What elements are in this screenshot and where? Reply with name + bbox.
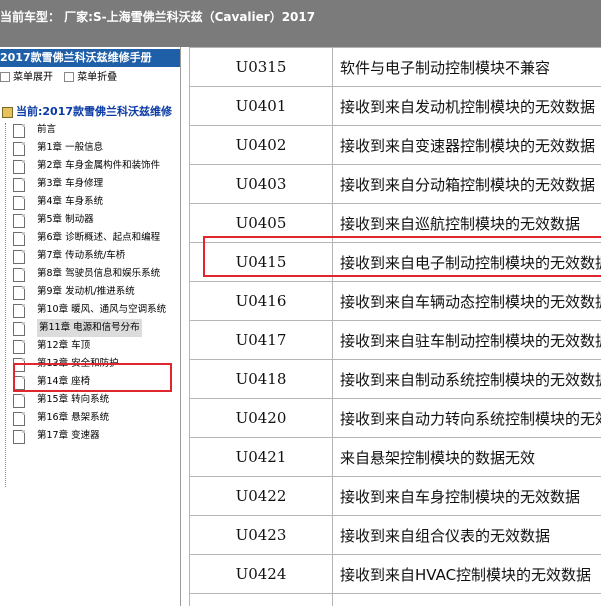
tree-item[interactable]: 第3章 车身修理 bbox=[0, 175, 180, 193]
dtc-description: 接收到来自分动箱控制模块的无效数据 bbox=[332, 164, 601, 204]
document-icon bbox=[13, 412, 25, 426]
table-row: U0417 接收到来自驻车制动控制模块的无效数据 bbox=[189, 320, 601, 360]
dtc-code: U0424 bbox=[189, 554, 333, 594]
book-icon bbox=[2, 106, 13, 118]
dtc-table: U0315 软件与电子制动控制模块不兼容 U0401 接收到来自发动机控制模块的无效… bbox=[189, 47, 601, 606]
document-icon bbox=[13, 304, 25, 318]
tree-item[interactable]: 第5章 制动器 bbox=[0, 211, 180, 229]
dtc-code: U0420 bbox=[189, 398, 333, 438]
tree-item[interactable]: 第8章 驾驶员信息和娱乐系统 bbox=[0, 265, 180, 283]
checkbox-icon bbox=[0, 72, 10, 82]
dtc-code: U0401 bbox=[189, 86, 333, 126]
table-row: U0416 接收到来自车辆动态控制模块的无效数据 bbox=[189, 281, 601, 321]
document-icon bbox=[13, 268, 25, 282]
tree-item[interactable]: 第12章 车顶 bbox=[0, 337, 180, 355]
title-bar: 当前车型： 厂家:S-上海雪佛兰科沃兹（Cavalier）2017 bbox=[0, 0, 601, 47]
document-icon bbox=[13, 196, 25, 210]
document-icon bbox=[13, 322, 25, 336]
dtc-code: U0418 bbox=[189, 359, 333, 399]
table-row: U0424 接收到来自HVAC控制模块的无效数据 bbox=[189, 554, 601, 594]
dtc-code: U0423 bbox=[189, 515, 333, 555]
expand-menu-button[interactable]: 菜单展开 bbox=[0, 69, 53, 87]
document-icon bbox=[13, 160, 25, 174]
tree-item[interactable]: 第15章 转向系统 bbox=[0, 391, 180, 409]
document-icon bbox=[13, 250, 25, 264]
selection-highlight-box bbox=[13, 363, 172, 392]
dtc-code: U0402 bbox=[189, 125, 333, 165]
tree-item[interactable]: 前言 bbox=[0, 121, 180, 139]
dtc-description: 接收到来自车身控制模块的无效数据 bbox=[332, 476, 601, 516]
dtc-description: 接收到来自方向盘转角传感器模块的无效数据 bbox=[332, 593, 601, 606]
table-row: U0428接收到来自方向盘转角传感器模块的无效数据 bbox=[189, 593, 601, 606]
document-icon bbox=[13, 178, 25, 192]
dtc-code: U0422 bbox=[189, 476, 333, 516]
document-icon bbox=[13, 286, 25, 300]
sidebar-toolbar: 菜单展开 菜单折叠 bbox=[0, 69, 125, 87]
table-row: U0403 接收到来自分动箱控制模块的无效数据 bbox=[189, 164, 601, 204]
current-model-title: 当前车型： 厂家:S-上海雪佛兰科沃兹（Cavalier）2017 bbox=[0, 10, 316, 24]
table-row: U0418 接收到来自制动系统控制模块的无效数据 bbox=[189, 359, 601, 399]
tree-item[interactable]: 第2章 车身金属构件和装饰件 bbox=[0, 157, 180, 175]
chapter-tree: 前言 第1章 一般信息 第2章 车身金属构件和装饰件 第3章 车身修理 第4章 … bbox=[0, 121, 180, 445]
tree-item[interactable]: 第4章 车身系统 bbox=[0, 193, 180, 211]
row-highlight-box bbox=[203, 236, 601, 277]
tree-item[interactable]: 第1章 一般信息 bbox=[0, 139, 180, 157]
table-row: U0422 接收到来自车身控制模块的无效数据 bbox=[189, 476, 601, 516]
tree-item[interactable]: 第9章 发动机/推进系统 bbox=[0, 283, 180, 301]
dtc-description: 接收到来自HVAC控制模块的无效数据 bbox=[332, 554, 601, 594]
document-icon bbox=[13, 124, 25, 138]
table-row: U0401 接收到来自发动机控制模块的无效数据 bbox=[189, 86, 601, 126]
checkbox-icon bbox=[64, 72, 75, 82]
dtc-code: U0403 bbox=[189, 164, 333, 204]
table-row: U0421 来自悬架控制模块的数据无效 bbox=[189, 437, 601, 477]
dtc-description: 接收到来自驻车制动控制模块的无效数据 bbox=[332, 320, 601, 360]
document-icon bbox=[13, 232, 25, 246]
dtc-description: 来自悬架控制模块的数据无效 bbox=[332, 437, 601, 477]
collapse-menu-button[interactable]: 菜单折叠 bbox=[64, 69, 117, 87]
table-row: U0402 接收到来自变速器控制模块的无效数据 bbox=[189, 125, 601, 165]
dtc-code: U0315 bbox=[189, 47, 333, 87]
table-row: U0423 接收到来自组合仪表的无效数据 bbox=[189, 515, 601, 555]
dtc-table-panel: U0315 软件与电子制动控制模块不兼容 U0401 接收到来自发动机控制模块的无效… bbox=[189, 47, 601, 606]
document-icon bbox=[13, 142, 25, 156]
dtc-description: 接收到来自发动机控制模块的无效数据 bbox=[332, 86, 601, 126]
tree-root[interactable]: 当前:2017款雪佛兰科沃兹维修 bbox=[0, 105, 180, 119]
dtc-description: 接收到来自动力转向系统控制模块的无效数据 bbox=[332, 398, 601, 438]
sidebar: 2017款雪佛兰科沃兹维修手册 菜单展开 菜单折叠 当前:2017款雪佛兰科沃兹… bbox=[0, 47, 181, 606]
tree-item[interactable]: 第10章 暖风、通风与空调系统 bbox=[0, 301, 180, 319]
tree-item[interactable]: 第7章 传动系统/车桥 bbox=[0, 247, 180, 265]
dtc-description: 接收到来自变速器控制模块的无效数据 bbox=[332, 125, 601, 165]
tree-item[interactable]: 第17章 变速器 bbox=[0, 427, 180, 445]
dtc-description: 接收到来自组合仪表的无效数据 bbox=[332, 515, 601, 555]
document-icon bbox=[13, 430, 25, 444]
document-icon bbox=[13, 214, 25, 228]
dtc-code: U0428 bbox=[189, 593, 333, 606]
tree-item[interactable]: 第6章 诊断概述、起点和编程 bbox=[0, 229, 180, 247]
table-row: U0315 软件与电子制动控制模块不兼容 bbox=[189, 47, 601, 87]
manual-title: 2017款雪佛兰科沃兹维修手册 bbox=[0, 49, 180, 67]
dtc-description: 接收到来自车辆动态控制模块的无效数据 bbox=[332, 281, 601, 321]
dtc-code: U0416 bbox=[189, 281, 333, 321]
dtc-code: U0421 bbox=[189, 437, 333, 477]
tree-item[interactable]: 第16章 悬架系统 bbox=[0, 409, 180, 427]
table-row: U0420接收到来自动力转向系统控制模块的无效数据 bbox=[189, 398, 601, 438]
document-icon bbox=[13, 340, 25, 354]
dtc-code: U0417 bbox=[189, 320, 333, 360]
tree-item-selected[interactable]: 第11章 电源和信号分布 bbox=[0, 319, 180, 337]
document-icon bbox=[13, 394, 25, 408]
dtc-description: 接收到来自制动系统控制模块的无效数据 bbox=[332, 359, 601, 399]
dtc-description: 软件与电子制动控制模块不兼容 bbox=[332, 47, 601, 87]
